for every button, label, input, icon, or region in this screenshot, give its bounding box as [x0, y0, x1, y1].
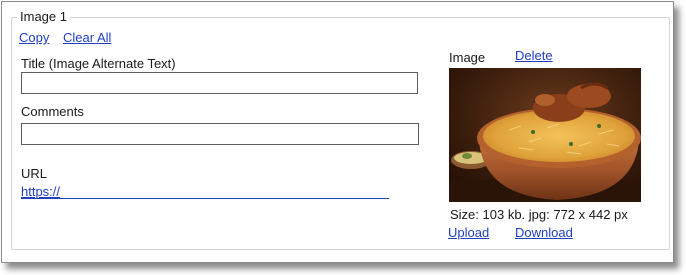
download-link[interactable]: Download [515, 225, 573, 240]
image-editor-window: Image 1 Copy Clear All Title (Image Alte… [1, 1, 674, 263]
upload-link[interactable]: Upload [448, 225, 489, 240]
image-thumbnail[interactable] [449, 68, 641, 202]
clear-all-link[interactable]: Clear All [63, 30, 111, 45]
group-title: Image 1 [17, 9, 70, 24]
url-link[interactable]: https:// [21, 184, 389, 199]
title-input[interactable] [21, 72, 418, 94]
title-label: Title (Image Alternate Text) [21, 56, 176, 71]
biryani-pot-image [449, 68, 641, 202]
comments-input[interactable] [21, 123, 419, 145]
image-size-info: Size: 103 kb. jpg: 772 x 442 px [450, 207, 628, 222]
comments-label: Comments [21, 104, 84, 119]
url-label: URL [21, 166, 48, 181]
delete-link[interactable]: Delete [515, 48, 553, 63]
image-label: Image [449, 50, 486, 65]
copy-link[interactable]: Copy [19, 30, 49, 45]
